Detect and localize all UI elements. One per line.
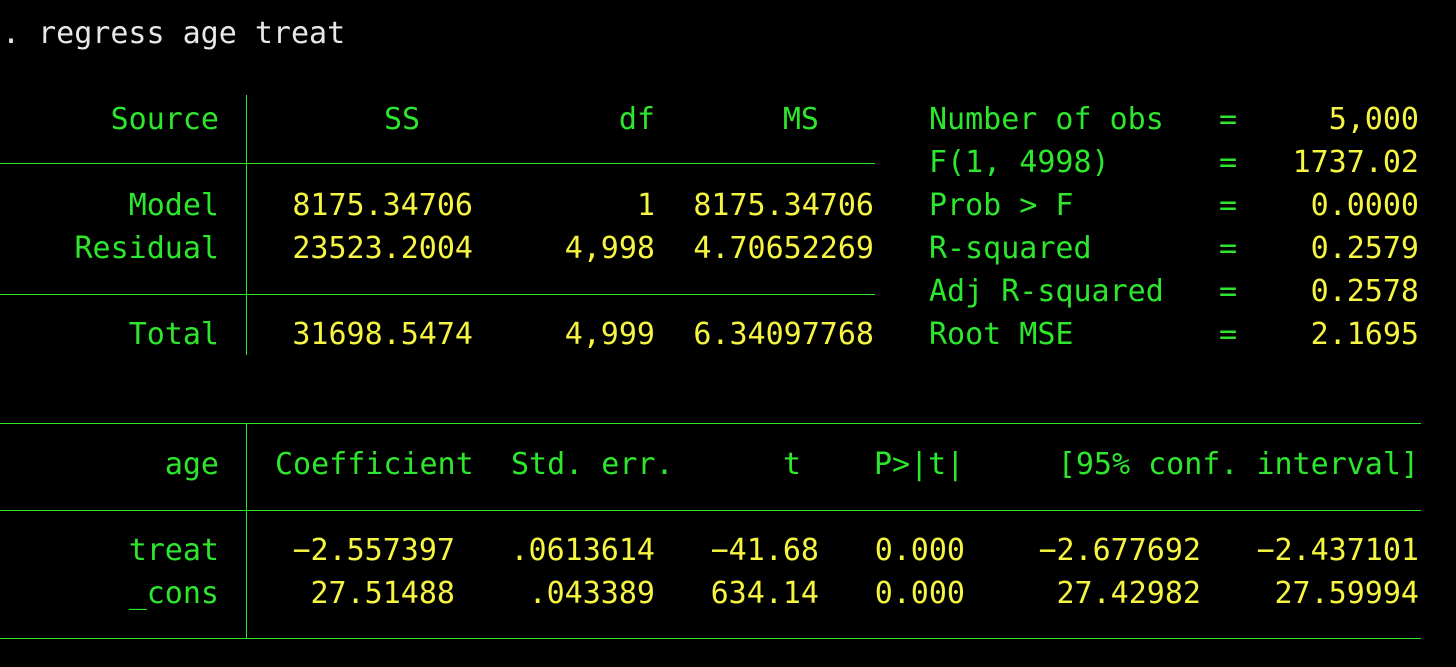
stat-label: F(1, 4998) — [929, 145, 1110, 180]
stat-equals: = — [1219, 274, 1238, 309]
anova-source-label: Model — [128, 188, 219, 223]
coef-p-value: 0.000 — [874, 533, 965, 568]
stat-equals: = — [1219, 145, 1238, 180]
stat-value: 1737.02 — [1292, 145, 1419, 180]
stat-equals: = — [1219, 188, 1238, 223]
anova-ms-value: 6.34097768 — [693, 317, 874, 352]
stat-equals: = — [1219, 102, 1238, 137]
anova-ss-value: 23523.2004 — [292, 231, 473, 266]
coef-ci-high: 27.59994 — [1274, 576, 1420, 611]
coef-header-p: P>|t| — [874, 447, 965, 482]
anova-header-df: df — [618, 102, 655, 137]
coef-var-label: treat — [128, 533, 219, 568]
anova-df-value: 4,999 — [564, 317, 655, 352]
coef-ci-high: −2.437101 — [1256, 533, 1419, 568]
coef-value: 27.51488 — [310, 576, 456, 611]
stat-label: R-squared — [929, 231, 1092, 266]
coef-header-depvar: age — [164, 447, 219, 482]
anova-ss-value: 31698.5474 — [292, 317, 473, 352]
anova-ss-value: 8175.34706 — [292, 188, 473, 223]
coef-header-rule — [0, 510, 1421, 511]
stat-label: Adj R-squared — [929, 274, 1164, 309]
stat-label: Root MSE — [929, 317, 1074, 352]
anova-ms-value: 8175.34706 — [693, 188, 874, 223]
stat-value: 2.1695 — [1310, 317, 1419, 352]
command-line: . regress age treat — [2, 16, 346, 51]
anova-header-source: Source — [110, 102, 219, 137]
coef-header-ci: [95% conf. interval] — [1057, 447, 1419, 482]
anova-header-ms: MS — [782, 102, 819, 137]
coef-se-value: .0613614 — [510, 533, 656, 568]
anova-ms-value: 4.70652269 — [693, 231, 874, 266]
stat-equals: = — [1219, 231, 1238, 266]
anova-header-rule — [0, 163, 875, 164]
anova-df-value: 4,998 — [564, 231, 655, 266]
stat-value: 0.2578 — [1310, 274, 1419, 309]
anova-header-ss: SS — [384, 102, 421, 137]
coef-p-value: 0.000 — [874, 576, 965, 611]
coef-se-value: .043389 — [528, 576, 655, 611]
coef-header-std-err: Std. err. — [511, 447, 674, 482]
coef-t-value: 634.14 — [710, 576, 819, 611]
anova-df-value: 1 — [636, 188, 655, 223]
coef-header-coefficient: Coefficient — [275, 447, 474, 482]
stat-value: 0.0000 — [1310, 188, 1419, 223]
stat-equals: = — [1219, 317, 1238, 352]
coef-ci-low: −2.677692 — [1038, 533, 1201, 568]
stata-results-window: { "command": ". regress age treat", "ano… — [0, 0, 1456, 667]
anova-vertical-divider — [246, 95, 247, 355]
anova-source-label: Total — [128, 317, 219, 352]
stat-value: 5,000 — [1328, 102, 1419, 137]
anova-source-label: Residual — [74, 231, 220, 266]
anova-total-rule — [0, 294, 875, 295]
coef-top-rule — [0, 423, 1421, 424]
coef-bottom-rule — [0, 638, 1421, 639]
stat-label: Prob > F — [929, 188, 1074, 223]
coef-ci-low: 27.42982 — [1056, 576, 1202, 611]
stat-value: 0.2579 — [1310, 231, 1419, 266]
coef-header-t: t — [782, 447, 801, 482]
coef-value: −2.557397 — [292, 533, 455, 568]
coef-t-value: −41.68 — [710, 533, 819, 568]
stat-label: Number of obs — [929, 102, 1164, 137]
coef-vertical-divider — [246, 423, 247, 638]
coef-var-label: _cons — [128, 576, 219, 611]
